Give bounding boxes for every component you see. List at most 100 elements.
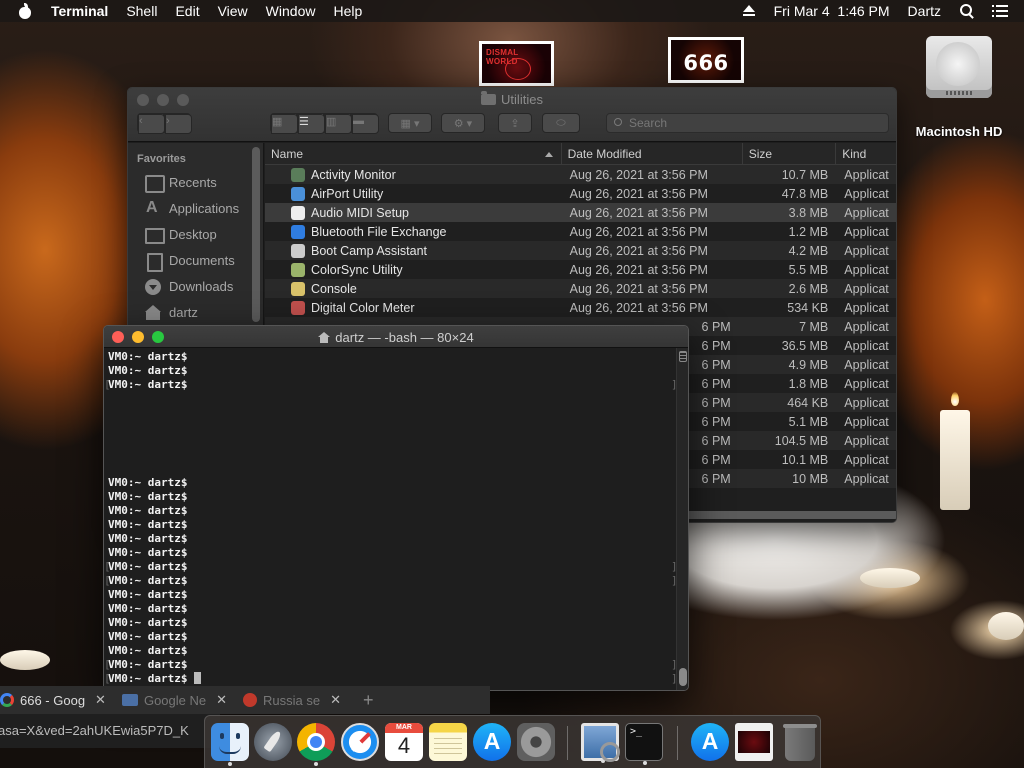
desktop-image-thumbnail[interactable]: DISMAL WORLD: [479, 41, 554, 86]
shell-prompt: VM0:~ dartz$: [108, 630, 188, 643]
sidebar-item-recents[interactable]: Recents: [128, 169, 263, 195]
file-name-cell: AirPort Utility: [265, 186, 562, 201]
sidebar-item-downloads[interactable]: Downloads: [128, 273, 263, 299]
app-store-icon[interactable]: [473, 723, 511, 761]
spotlight-search-icon[interactable]: [960, 4, 974, 18]
sidebar-item-applications[interactable]: Applications: [128, 195, 263, 221]
menu-view[interactable]: View: [209, 0, 257, 22]
chrome-icon[interactable]: [297, 723, 335, 766]
table-row[interactable]: Boot Camp Assistant Aug 26, 2021 at 3:56 …: [265, 241, 896, 260]
terminal-output[interactable]: VM0:~ dartz$ VM0:~ dartz$ VM0:~ dartz$[] VM…: [104, 348, 678, 690]
kind-cell: Applicat: [844, 395, 889, 410]
kind-cell: Applicat: [844, 167, 889, 182]
menu-shell[interactable]: Shell: [117, 0, 166, 22]
column-header-date[interactable]: Date Modified: [562, 143, 743, 164]
table-row[interactable]: Activity Monitor Aug 26, 2021 at 3:56 PM 1…: [265, 165, 896, 184]
menu-window[interactable]: Window: [257, 0, 325, 22]
address-bar[interactable]: asa=X&ved=2ahUKEwia5P7D_K: [0, 714, 220, 748]
browser-tab[interactable]: Google Ne ✕: [114, 686, 235, 714]
menu-help[interactable]: Help: [324, 0, 371, 22]
terminal-line: VM0:~ dartz$[]: [104, 378, 678, 392]
desktop-image-thumbnail[interactable]: 666: [668, 37, 744, 83]
sidebar-item-documents[interactable]: Documents: [128, 247, 263, 273]
browser-tab[interactable]: Russia se ✕: [235, 686, 349, 714]
shell-prompt: VM0:~ dartz$: [108, 504, 188, 517]
notes-icon[interactable]: [429, 723, 467, 761]
tags-button[interactable]: ⬭: [542, 113, 580, 133]
calendar-icon[interactable]: MAR 4: [385, 723, 423, 761]
downloads-icon: [145, 278, 162, 295]
scroll-thumb[interactable]: [679, 668, 687, 686]
sidebar-item-label: Applications: [169, 200, 240, 216]
column-header-size[interactable]: Size: [743, 143, 837, 164]
navigation-buttons: ‹ ›: [137, 113, 192, 134]
kind-cell: Applicat: [844, 186, 889, 201]
candle-decoration: [860, 568, 920, 588]
documents-icon: [145, 252, 163, 272]
table-row[interactable]: Console Aug 26, 2021 at 3:56 PM 2.6 MB Appl…: [265, 279, 896, 298]
column-header-kind[interactable]: Kind: [836, 143, 896, 164]
app-store-download-icon[interactable]: [691, 723, 729, 761]
dock-separator: [567, 726, 568, 760]
browser-tab[interactable]: 666 - Goog ✕: [0, 686, 114, 714]
sidebar-item-label: dartz: [169, 304, 198, 320]
window-title: Utilities: [128, 91, 896, 107]
menu-app-name[interactable]: Terminal: [42, 0, 117, 22]
table-row[interactable]: Audio MIDI Setup Aug 26, 2021 at 3:56 PM 3…: [265, 203, 896, 222]
close-tab-icon[interactable]: ✕: [95, 692, 106, 708]
table-row[interactable]: Bluetooth File Exchange Aug 26, 2021 at 3…: [265, 222, 896, 241]
apple-menu-icon[interactable]: [18, 3, 32, 19]
file-name-cell: Console: [265, 281, 562, 296]
safari-icon[interactable]: [341, 723, 379, 761]
search-input[interactable]: Search: [606, 113, 889, 133]
terminal-scrollbar[interactable]: [676, 348, 688, 690]
split-pane-icon[interactable]: [679, 351, 687, 362]
terminal-icon[interactable]: [625, 723, 663, 765]
kind-cell: Applicat: [844, 452, 889, 467]
column-header-label: Date Modified: [567, 147, 642, 161]
table-row[interactable]: Digital Color Meter Aug 26, 2021 at 3:56 …: [265, 298, 896, 317]
launchpad-icon[interactable]: [254, 723, 292, 761]
running-indicator: [601, 759, 605, 763]
trash-icon[interactable]: [783, 724, 817, 761]
hard-drive-label[interactable]: Macintosh HD: [906, 124, 1012, 139]
icon-view-button[interactable]: ▦: [270, 113, 298, 134]
menu-clock[interactable]: Fri Mar 4 1:46 PM: [765, 0, 899, 22]
system-preferences-icon[interactable]: [517, 723, 555, 761]
notification-center-icon[interactable]: [992, 5, 1008, 17]
close-tab-icon[interactable]: ✕: [330, 692, 341, 708]
shell-prompt: VM0:~ dartz$: [108, 532, 188, 545]
table-row[interactable]: AirPort Utility Aug 26, 2021 at 3:56 PM 47…: [265, 184, 896, 203]
action-button[interactable]: ⚙ ▾: [441, 113, 485, 133]
sidebar-item-desktop[interactable]: Desktop: [128, 221, 263, 247]
horizontal-scrollbar[interactable]: [685, 511, 896, 519]
table-row[interactable]: ColorSync Utility Aug 26, 2021 at 3:56 PM…: [265, 260, 896, 279]
desktop-icon: [145, 227, 165, 244]
file-name: Activity Monitor: [311, 167, 396, 182]
finder-icon[interactable]: [211, 723, 249, 766]
new-tab-button[interactable]: +: [349, 690, 388, 711]
terminal-line: VM0:~ dartz$: [108, 504, 676, 518]
forward-button[interactable]: ›: [164, 113, 192, 134]
recent-image-icon[interactable]: [735, 723, 773, 761]
column-header-name[interactable]: Name: [265, 143, 562, 164]
grid-icon: ▦: [271, 114, 298, 134]
sidebar-item-home[interactable]: dartz: [128, 299, 263, 325]
group-by-button[interactable]: ▦ ▾: [388, 113, 432, 133]
column-header-label: Kind: [842, 147, 867, 161]
candle-decoration: [988, 612, 1024, 640]
menu-user[interactable]: Dartz: [899, 0, 950, 22]
menu-edit[interactable]: Edit: [166, 0, 208, 22]
hard-drive-icon[interactable]: [922, 34, 996, 112]
calendar-day: 4: [397, 733, 411, 758]
share-button[interactable]: ⇪: [498, 113, 532, 133]
sidebar-scrollbar[interactable]: [252, 147, 260, 322]
list-view-button[interactable]: ☰: [297, 113, 325, 134]
close-tab-icon[interactable]: ✕: [216, 692, 227, 708]
list-icon: ☰: [298, 114, 325, 134]
gallery-view-button[interactable]: ▬: [351, 113, 379, 134]
eject-icon[interactable]: [742, 5, 755, 17]
back-button[interactable]: ‹: [137, 113, 165, 134]
preview-icon[interactable]: [581, 723, 620, 763]
column-view-button[interactable]: ▥: [324, 113, 352, 134]
